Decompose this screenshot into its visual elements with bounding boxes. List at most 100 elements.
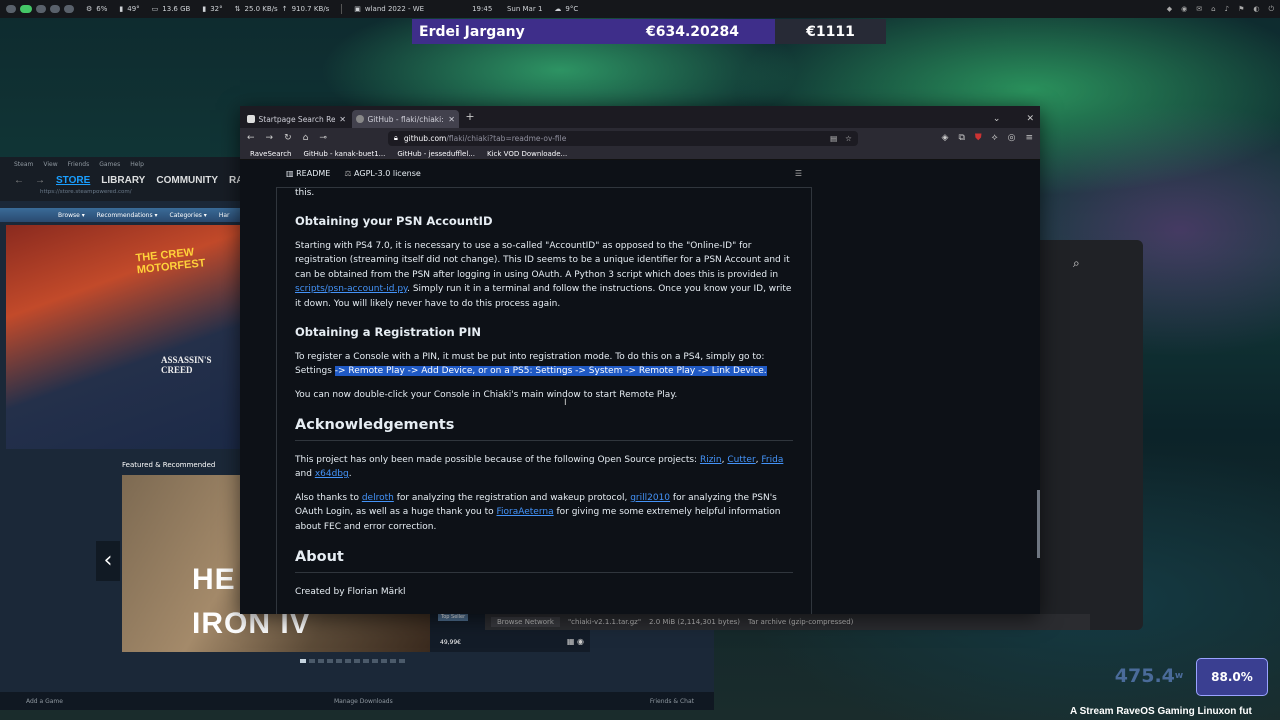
hero-banner[interactable]: THE CREW MOTORFEST ASSASSIN'S CREED [6, 225, 240, 449]
lock-icon[interactable]: 🔒︎ [394, 133, 398, 143]
selected-file-size: 2.0 MiB (2,114,301 bytes) [649, 618, 741, 626]
clock[interactable]: 19:45 Sun Mar 1 [472, 5, 542, 13]
cpu-value: 6% [96, 5, 108, 13]
back-arrow-icon[interactable]: ← [14, 175, 24, 186]
pager-dot[interactable] [354, 659, 360, 663]
menu-steam[interactable]: Steam [14, 161, 33, 168]
tray-icon[interactable]: ◆ [1167, 5, 1172, 14]
ublock-icon[interactable]: ⛊ [975, 133, 982, 143]
bookmark-item[interactable]: Kick VOD Downloade... [487, 150, 567, 158]
pager-dot[interactable] [363, 659, 369, 663]
url-domain: github.com [403, 133, 447, 143]
subnav-categories[interactable]: Categories ▾ [170, 212, 207, 219]
pager-dot[interactable] [372, 659, 378, 663]
pager-dot[interactable] [336, 659, 342, 663]
featured-label: Featured & Recommended [122, 461, 216, 469]
menu-friends[interactable]: Friends [68, 161, 90, 168]
pager-dot[interactable] [309, 659, 315, 663]
close-window-icon[interactable]: ✕ [1026, 114, 1034, 124]
tray-icon[interactable]: ⌂ [1211, 5, 1215, 14]
gpu-temp-value: 32° [210, 5, 223, 13]
back-icon[interactable]: ← [247, 133, 255, 143]
reload-icon[interactable]: ↻ [284, 133, 292, 143]
carousel-prev-button[interactable]: ‹ [96, 541, 120, 581]
list-tabs-icon[interactable]: ⌄ [993, 114, 1001, 124]
github-favicon-icon [356, 115, 364, 123]
subnav-browse[interactable]: Browse ▾ [58, 212, 85, 219]
reader-view-icon[interactable]: ▤ [830, 134, 837, 143]
taskbar-window[interactable]: ▣ wland 2022 - WE [354, 5, 424, 13]
tab-readme[interactable]: ▥ README [286, 169, 330, 178]
pager-dot[interactable] [345, 659, 351, 663]
pager-dot[interactable] [399, 659, 405, 663]
rizin-link[interactable]: Rizin [700, 455, 722, 465]
pager-dot[interactable] [318, 659, 324, 663]
heading-about: About [295, 550, 793, 573]
site-info-icon[interactable]: ⊸ [319, 133, 327, 143]
download-speed: 25.0 KB/s [244, 5, 278, 13]
forward-arrow-icon[interactable]: → [35, 175, 45, 186]
tray-icon[interactable]: ◉ [1181, 5, 1187, 14]
frida-link[interactable]: Frida [761, 455, 783, 465]
menu-help[interactable]: Help [130, 161, 144, 168]
outline-icon[interactable]: ☰ [795, 169, 812, 178]
workspace-dot[interactable] [36, 5, 46, 13]
menu-icon[interactable]: ≡ [1025, 133, 1033, 143]
subnav-hardware[interactable]: Har [219, 212, 230, 219]
workspace-dot-active[interactable] [20, 5, 32, 13]
x64dbg-link[interactable]: x64dbg [315, 469, 349, 479]
tab-github[interactable]: GitHub - flaki/chiaki: [Fo ✕ [352, 110, 459, 128]
tab-license[interactable]: ⚖ AGPL-3.0 license [344, 169, 420, 178]
menu-games[interactable]: Games [99, 161, 120, 168]
weather-indicator[interactable]: ☁ 9°C [554, 5, 578, 13]
menu-view[interactable]: View [43, 161, 57, 168]
workspace-dot[interactable] [50, 5, 60, 13]
pager-dot[interactable] [300, 659, 306, 663]
bookmark-item[interactable]: GitHub - jessedufflel... [397, 150, 475, 158]
tray-icon[interactable]: ♪ [1225, 5, 1229, 14]
subnav-recommendations[interactable]: Recommendations ▾ [97, 212, 158, 219]
tray-icon[interactable]: ⏻ [1268, 5, 1274, 14]
grill2010-link[interactable]: grill2010 [630, 493, 670, 503]
extension-icon[interactable]: ⟡ [992, 133, 998, 143]
fioraaeterna-link[interactable]: FioraAeterna [497, 507, 554, 517]
extension-icon[interactable]: ◈ [942, 133, 949, 143]
manage-downloads-button[interactable]: Manage Downloads [320, 698, 650, 705]
ack-paragraph: This project has only been made possible… [295, 454, 784, 480]
pager-dot[interactable] [381, 659, 387, 663]
address-bar[interactable]: 🔒︎ github.com/flaki/chiaki?tab=readme-ov… [387, 130, 858, 146]
close-tab-icon[interactable]: ✕ [448, 115, 455, 124]
workspace-switcher[interactable] [6, 5, 74, 13]
nav-store[interactable]: STORE [56, 175, 90, 186]
new-tab-button[interactable]: + [461, 110, 479, 128]
add-game-button[interactable]: Add a Game [0, 698, 320, 705]
friends-chat-button[interactable]: Friends & Chat [650, 698, 714, 705]
bookmark-item[interactable]: GitHub - kanak-buet1... [304, 150, 386, 158]
cutter-link[interactable]: Cutter [727, 455, 755, 465]
nav-library[interactable]: LIBRARY [101, 175, 145, 186]
home-icon[interactable]: ⌂ [303, 133, 309, 143]
workspace-dot[interactable] [6, 5, 16, 13]
bookmark-item[interactable]: RaveSearch [250, 150, 292, 158]
pager-dot[interactable] [327, 659, 333, 663]
forward-icon[interactable]: → [266, 133, 274, 143]
tray-icon[interactable]: ⚑ [1238, 5, 1244, 14]
browse-network-button[interactable]: Browse Network [491, 617, 560, 627]
tab-title: Startpage Search Result [258, 114, 336, 124]
tray-icon[interactable]: ✉ [1196, 5, 1202, 14]
tray-icon[interactable]: ◐ [1253, 5, 1259, 14]
page-scrollbar[interactable] [1037, 490, 1040, 558]
tab-startpage[interactable]: Startpage Search Result ✕ [243, 110, 350, 128]
extensions-icon[interactable]: ⧉ [958, 133, 964, 143]
search-icon[interactable]: ⌕ [1073, 256, 1080, 271]
system-tray: ◆ ◉ ✉ ⌂ ♪ ⚑ ◐ ⏻ [1167, 5, 1274, 14]
nav-community[interactable]: COMMUNITY [156, 175, 218, 186]
delroth-link[interactable]: delroth [362, 493, 394, 503]
workspace-dot[interactable] [64, 5, 74, 13]
close-tab-icon[interactable]: ✕ [339, 115, 346, 124]
account-icon[interactable]: ◎ [1008, 133, 1016, 143]
bookmark-star-icon[interactable]: ☆ [845, 134, 852, 143]
script-link[interactable]: scripts/psn-account-id.py [295, 284, 407, 294]
donation-goal-bar: Erdei Jargany €634.20284 €1111 [412, 19, 886, 44]
pager-dot[interactable] [390, 659, 396, 663]
